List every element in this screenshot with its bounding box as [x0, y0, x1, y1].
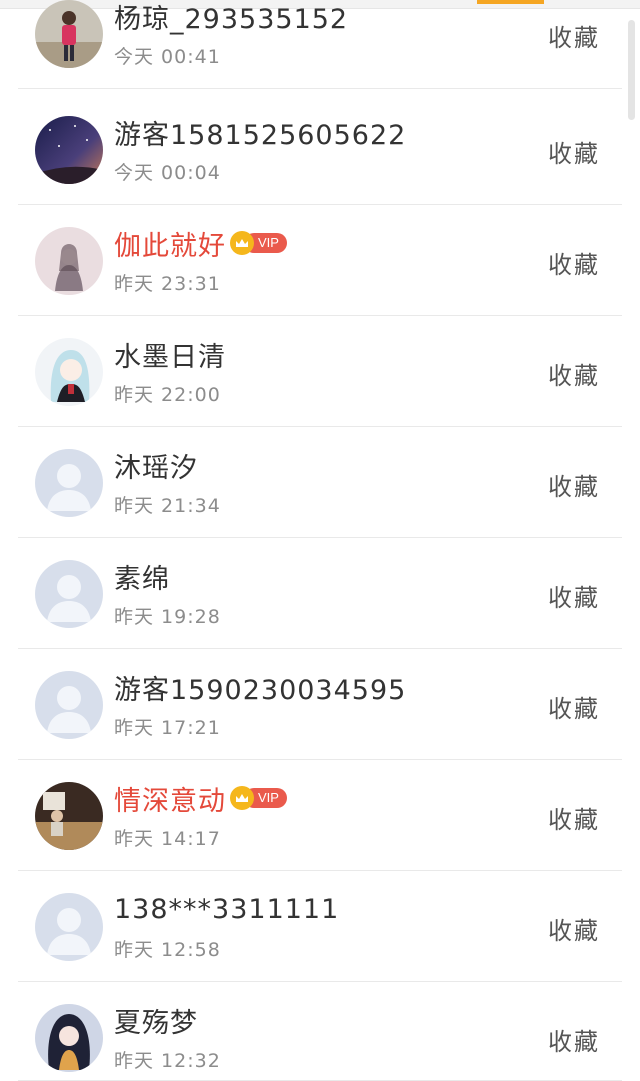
favorite-button[interactable]: 收藏 — [548, 467, 600, 502]
name-line: 情深意动 VIP — [114, 776, 287, 820]
avatar[interactable] — [35, 116, 103, 184]
user-name[interactable]: 游客1581525605622 — [114, 113, 406, 152]
list-item[interactable]: 素绵昨天 19:28 收藏 — [18, 538, 622, 649]
favorite-button[interactable]: 收藏 — [548, 134, 600, 169]
crown-icon — [230, 231, 254, 255]
favorite-button[interactable]: 收藏 — [548, 800, 600, 835]
scrollbar[interactable] — [628, 20, 635, 120]
avatar[interactable] — [35, 893, 103, 961]
avatar[interactable] — [35, 560, 103, 628]
list-item[interactable]: 游客1581525605622 今天 00:04 收藏 — [18, 94, 622, 205]
user-name[interactable]: 夏殇梦 — [114, 1001, 198, 1040]
name-line: 素绵 — [114, 554, 170, 598]
visit-time: 昨天 14:17 — [114, 828, 221, 850]
visit-time: 今天 00:04 — [114, 162, 221, 184]
user-name[interactable]: 水墨日清 — [114, 335, 226, 374]
visit-time: 昨天 21:34 — [114, 495, 221, 517]
visit-time: 昨天 22:00 — [114, 384, 221, 406]
name-line: 水墨日清 — [114, 332, 226, 376]
name-line: 沐瑶汐 — [114, 443, 198, 487]
list-item[interactable]: 138***3311111 昨天 12:58 收藏 — [18, 871, 622, 982]
avatar[interactable] — [35, 449, 103, 517]
list-item[interactable]: 夏殇梦昨天 12:32 收藏 — [18, 982, 622, 1081]
name-line: 伽此就好 VIP — [114, 221, 287, 265]
name-line: 游客1581525605622 — [114, 110, 406, 154]
visit-time: 昨天 19:28 — [114, 606, 221, 628]
list-item[interactable]: 杨琼_293535152 今天 00:41 收藏 — [18, 0, 622, 89]
user-name[interactable]: 杨琼_293535152 — [114, 0, 348, 36]
list-item[interactable]: 游客1590230034595 昨天 17:21 收藏 — [18, 649, 622, 760]
favorite-button[interactable]: 收藏 — [548, 1022, 600, 1057]
user-name[interactable]: 伽此就好 — [114, 224, 226, 263]
favorite-button[interactable]: 收藏 — [548, 245, 600, 280]
favorite-button[interactable]: 收藏 — [548, 911, 600, 946]
name-line: 138***3311111 — [114, 887, 339, 931]
list-item[interactable]: 情深意动 VIP 昨天 14:17 收藏 — [18, 760, 622, 871]
visit-time: 昨天 17:21 — [114, 717, 221, 739]
list-item[interactable]: 伽此就好 VIP 昨天 23:31 收藏 — [18, 205, 622, 316]
favorite-button[interactable]: 收藏 — [548, 356, 600, 391]
avatar[interactable] — [35, 0, 103, 68]
visit-time: 今天 00:41 — [114, 46, 221, 68]
favorite-button[interactable]: 收藏 — [548, 689, 600, 724]
favorite-button[interactable]: 收藏 — [548, 18, 600, 53]
name-line: 游客1590230034595 — [114, 665, 406, 709]
list-item[interactable]: 水墨日清昨天 22:00 收藏 — [18, 316, 622, 427]
list-item[interactable]: 沐瑶汐昨天 21:34 收藏 — [18, 427, 622, 538]
user-name[interactable]: 138***3311111 — [114, 894, 339, 925]
vip-badge: VIP — [230, 231, 287, 255]
vip-badge: VIP — [230, 786, 287, 810]
name-line: 夏殇梦 — [114, 998, 198, 1042]
name-line: 杨琼_293535152 — [114, 0, 348, 38]
user-name[interactable]: 情深意动 — [114, 779, 226, 818]
avatar[interactable] — [35, 1004, 103, 1072]
visit-time: 昨天 23:31 — [114, 273, 221, 295]
visit-time: 昨天 12:58 — [114, 939, 221, 961]
user-name[interactable]: 素绵 — [114, 557, 170, 596]
avatar[interactable] — [35, 338, 103, 406]
crown-icon — [230, 786, 254, 810]
favorite-button[interactable]: 收藏 — [548, 578, 600, 613]
avatar[interactable] — [35, 782, 103, 850]
visit-time: 昨天 12:32 — [114, 1050, 221, 1072]
avatar[interactable] — [35, 671, 103, 739]
user-name[interactable]: 沐瑶汐 — [114, 446, 198, 485]
user-name[interactable]: 游客1590230034595 — [114, 668, 406, 707]
avatar[interactable] — [35, 227, 103, 295]
